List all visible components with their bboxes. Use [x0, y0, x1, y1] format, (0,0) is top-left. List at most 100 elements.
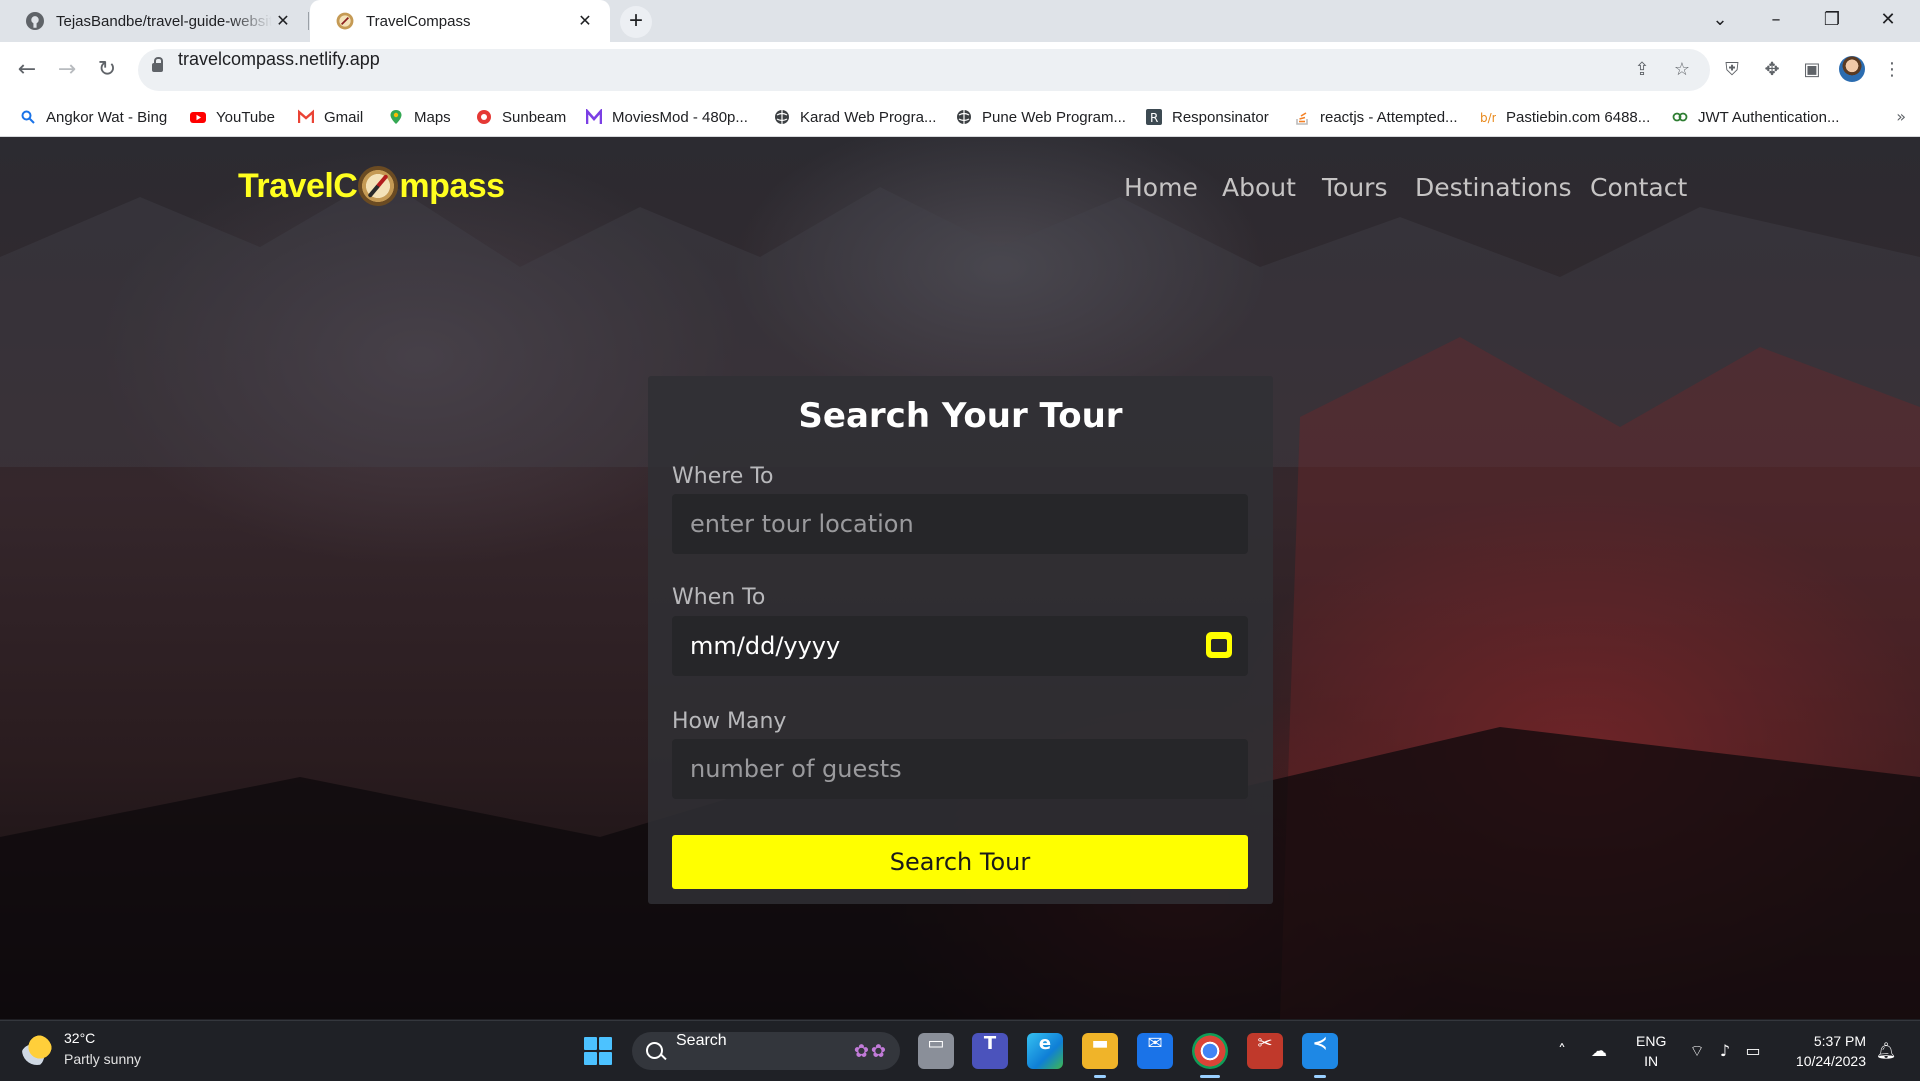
pastiebin-icon: b/n	[1480, 111, 1496, 125]
weather-partly-sunny-icon[interactable]	[22, 1035, 52, 1065]
github-icon	[26, 12, 44, 30]
back-button[interactable]: ←	[12, 55, 42, 85]
svg-text:R: R	[1150, 111, 1158, 125]
tour-location-input[interactable]	[672, 494, 1248, 554]
nav-contact[interactable]: Contact	[1590, 173, 1687, 202]
bookmarks-bar: Angkor Wat - Bing YouTube Gmail Maps Sun…	[0, 98, 1920, 137]
file-explorer-icon[interactable]: ▬	[1082, 1033, 1118, 1069]
search-tour-button[interactable]: Search Tour	[672, 835, 1248, 889]
bookmark-gmail[interactable]: Gmail	[298, 98, 363, 136]
active-app-indicator	[1200, 1075, 1220, 1078]
maps-pin-icon	[390, 110, 402, 124]
region-code: IN	[1644, 1053, 1659, 1069]
url-text[interactable]: travelcompass.netlify.app	[178, 49, 380, 70]
bookmark-sunbeam[interactable]: Sunbeam	[476, 98, 566, 136]
tab-github[interactable]: TejasBandbe/travel-guide-website ✕	[0, 0, 308, 42]
guest-count-input[interactable]	[672, 739, 1248, 799]
volume-icon[interactable]: ♪	[1712, 1021, 1738, 1081]
extension-shield-icon[interactable]: ⛨	[1718, 56, 1746, 84]
jwt-icon	[1672, 112, 1688, 122]
bookmark-label: Responsinator	[1172, 108, 1269, 126]
bookmark-label: MoviesMod - 480p...	[612, 108, 748, 126]
windows-taskbar: 32°C Partly sunny Search ✿✿ ▭ T e ▬ ✉ ✂ …	[0, 1020, 1920, 1081]
moviesmod-icon	[586, 109, 602, 124]
when-to-label: When To	[672, 585, 766, 610]
reload-button[interactable]: ↻	[92, 55, 122, 85]
close-tab-icon[interactable]: ✕	[574, 11, 596, 31]
running-indicator	[1094, 1075, 1106, 1078]
taskbar-search-box[interactable]: Search ✿✿	[632, 1032, 900, 1070]
show-hidden-icons-chevron[interactable]: ˄	[1550, 1021, 1574, 1081]
bookmark-pastiebin[interactable]: b/n Pastiebin.com 6488...	[1480, 98, 1650, 136]
tab-travelcompass[interactable]: TravelCompass ✕	[310, 0, 610, 42]
youtube-icon	[190, 112, 206, 123]
bookmark-karad-web[interactable]: Karad Web Progra...	[774, 98, 936, 136]
search-icon	[646, 1042, 663, 1059]
bookmark-label: reactjs - Attempted...	[1320, 108, 1458, 126]
chrome-icon[interactable]	[1192, 1033, 1228, 1069]
bookmark-jwt[interactable]: JWT Authentication...	[1672, 98, 1839, 136]
weather-temperature[interactable]: 32°C	[64, 1030, 95, 1046]
wifi-icon[interactable]: ⌔	[1684, 1021, 1710, 1081]
compass-favicon	[336, 12, 354, 30]
bookmark-moviesmod[interactable]: MoviesMod - 480p...	[586, 98, 748, 136]
close-tab-icon[interactable]: ✕	[272, 11, 294, 31]
where-to-label: Where To	[672, 464, 774, 489]
mail-icon[interactable]: ✉	[1137, 1033, 1173, 1069]
bookmark-maps[interactable]: Maps	[388, 98, 451, 136]
responsinator-icon: R	[1146, 109, 1162, 125]
bookmark-reactjs[interactable]: reactjs - Attempted...	[1294, 98, 1458, 136]
side-panel-icon[interactable]: ▣	[1798, 56, 1826, 84]
language-code: ENG	[1636, 1033, 1667, 1049]
bookmark-label: JWT Authentication...	[1698, 108, 1840, 126]
input-language-indicator[interactable]: ENG IN	[1636, 1031, 1666, 1071]
close-window-button[interactable]: ✕	[1860, 0, 1916, 40]
profile-avatar[interactable]	[1839, 56, 1865, 82]
windows-start-icon[interactable]	[584, 1037, 612, 1065]
site-logo[interactable]: TravelC mpass	[238, 162, 505, 210]
snipping-tool-icon[interactable]: ✂	[1247, 1033, 1283, 1069]
nav-about[interactable]: About	[1222, 173, 1296, 202]
calendar-icon[interactable]	[1206, 632, 1232, 658]
browser-tab-strip: TejasBandbe/travel-guide-website ✕ Trave…	[0, 0, 1920, 42]
menu-kebab-icon[interactable]: ⋮	[1878, 56, 1906, 84]
bookmark-star-icon[interactable]: ☆	[1670, 58, 1694, 82]
share-icon[interactable]: ⇪	[1630, 58, 1654, 82]
bookmark-responsinator[interactable]: R Responsinator	[1146, 98, 1269, 136]
nav-destinations[interactable]: Destinations	[1415, 173, 1571, 202]
bing-search-icon	[21, 110, 35, 124]
edge-browser-icon[interactable]: e	[1027, 1033, 1063, 1069]
task-view-icon[interactable]: ▭	[918, 1033, 954, 1069]
battery-icon[interactable]: ▭	[1740, 1021, 1766, 1081]
address-bar[interactable]: travelcompass.netlify.app ⇪ ☆	[138, 49, 1710, 91]
nav-tours[interactable]: Tours	[1322, 173, 1387, 202]
bookmark-label: Maps	[414, 108, 451, 126]
globe-icon	[957, 110, 971, 124]
bookmark-label: Karad Web Progra...	[800, 108, 937, 126]
minimize-button[interactable]: –	[1748, 0, 1804, 40]
bookmark-pune-web[interactable]: Pune Web Program...	[956, 98, 1126, 136]
hero-section: TravelC mpass Home About Tours Destinati…	[0, 137, 1920, 1019]
tour-search-form: Search Your Tour Where To When To mm/dd/…	[648, 376, 1273, 904]
bookmark-youtube[interactable]: YouTube	[190, 98, 275, 136]
bookmark-angkor-wat[interactable]: Angkor Wat - Bing	[20, 98, 167, 136]
bookmark-label: Pune Web Program...	[982, 108, 1126, 126]
weather-condition[interactable]: Partly sunny	[64, 1051, 141, 1067]
onedrive-cloud-icon[interactable]: ☁	[1586, 1021, 1612, 1081]
date-placeholder: mm/dd/yyyy	[690, 632, 841, 660]
extensions-puzzle-icon[interactable]: ✥	[1758, 56, 1786, 84]
system-clock[interactable]: 5:37 PM 10/24/2023	[1786, 1031, 1866, 1071]
vscode-icon[interactable]: ≺	[1302, 1033, 1338, 1069]
tour-date-input[interactable]: mm/dd/yyyy	[672, 616, 1248, 676]
forward-button[interactable]: →	[52, 55, 82, 85]
nav-home[interactable]: Home	[1124, 173, 1198, 202]
bookmark-label: Gmail	[324, 108, 364, 126]
new-tab-button[interactable]: +	[620, 6, 652, 38]
teams-icon[interactable]: T	[972, 1033, 1008, 1069]
lock-icon[interactable]	[152, 57, 163, 72]
restore-button[interactable]: ❐	[1804, 0, 1860, 40]
tab-search-chevron-icon[interactable]: ⌄	[1692, 0, 1748, 40]
notification-bell-icon[interactable]: 🔔︎	[1874, 1021, 1898, 1081]
more-bookmarks-icon[interactable]: »	[1896, 98, 1906, 136]
tab-title: TejasBandbe/travel-guide-website	[56, 12, 272, 30]
